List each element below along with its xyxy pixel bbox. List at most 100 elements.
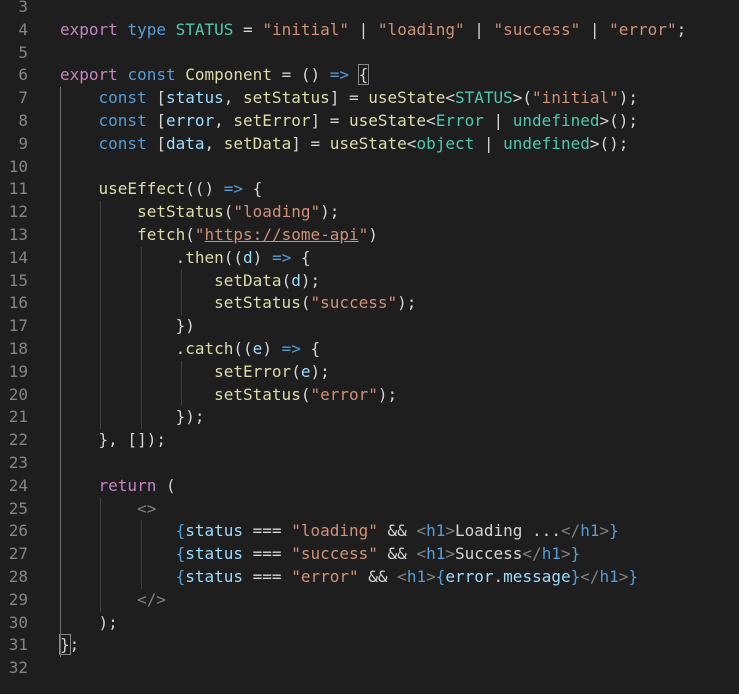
line-number: 5 (18, 42, 28, 62)
line-number: 19 (8, 361, 28, 381)
code-line[interactable]: setStatus("loading"); (60, 201, 339, 224)
code-line[interactable]: }); (60, 406, 205, 429)
code-token: < (397, 567, 407, 586)
code-line[interactable]: {status === "success" && <h1>Success</h1… (60, 543, 581, 566)
code-line[interactable]: .catch((e) => { (60, 338, 321, 361)
code-token: ( (223, 202, 234, 222)
indent-guide (60, 87, 61, 658)
code-token: < (426, 111, 436, 130)
line-number: 18 (8, 339, 28, 358)
code-line[interactable]: return ( (60, 475, 176, 498)
code-token: ; (69, 635, 80, 655)
code-token: ( (156, 475, 176, 495)
code-token: >(); (589, 133, 629, 153)
code-token: const (127, 65, 176, 85)
line-number: 20 (8, 384, 28, 404)
code-token: < (416, 544, 427, 564)
code-token: STATUS (454, 88, 513, 108)
code-token: ); (300, 270, 321, 290)
code-line[interactable]: ); (60, 612, 118, 635)
code-token: const (98, 111, 147, 130)
code-line[interactable]: {status === "error" && <h1>{error.messag… (60, 566, 638, 589)
code-token: | (349, 19, 378, 39)
line-number: 17 (8, 316, 28, 336)
code-token: > (618, 567, 629, 586)
code-token: </ (580, 567, 600, 586)
code-token: h1 (599, 567, 619, 586)
code-line[interactable]: export const Component = () => { (60, 64, 370, 87)
code-token: ; (676, 19, 687, 39)
code-token: < (445, 88, 455, 108)
code-token: setStatus (137, 202, 224, 222)
code-line[interactable]: const [data, setData] = useState<object … (60, 133, 629, 156)
line-number: 28 (8, 567, 28, 586)
code-token: h1 (406, 567, 427, 586)
code-token: > (445, 521, 455, 541)
code-token: ] = (310, 111, 349, 130)
code-token: </> (137, 589, 166, 609)
code-token: = (233, 19, 263, 39)
code-token: ); (310, 361, 330, 381)
code-line[interactable]: export type STATUS = "initial" | "loadin… (60, 19, 686, 42)
code-editor[interactable]: 3 4 export type STATUS = "initial" | "load… (0, 0, 739, 694)
code-token: | (464, 19, 494, 39)
code-token: h1 (541, 544, 561, 564)
code-token: then (185, 247, 224, 267)
code-line[interactable]: .then((d) => { (60, 247, 311, 270)
code-token: ( (291, 361, 301, 381)
code-token: => (271, 247, 292, 267)
code-token: Error (435, 111, 484, 130)
code-line[interactable]: }) (60, 315, 195, 338)
code-line[interactable]: }; (59, 634, 80, 657)
code-token: , (204, 133, 224, 153)
line-number: 10 (8, 156, 28, 176)
code-token: && (358, 567, 398, 586)
code-token: d (291, 270, 301, 290)
code-token: undefined (503, 133, 590, 153)
code-token: "loading" (233, 202, 321, 222)
code-token: ] = (291, 133, 330, 153)
code-line[interactable]: setData(d); (60, 270, 320, 293)
code-token: "error" (609, 19, 677, 39)
code-line[interactable]: const [status, setStatus] = useState<STA… (60, 87, 638, 110)
code-line[interactable]: const [error, setError] = useState<Error… (60, 110, 638, 133)
code-token: } (570, 567, 581, 586)
code-token: >( (512, 88, 533, 108)
code-token: { (175, 567, 186, 586)
code-line[interactable]: setStatus("error"); (60, 384, 397, 407)
code-line[interactable]: {status === "loading" && <h1>Loading ...… (60, 520, 619, 543)
code-token: ); (60, 612, 118, 632)
line-number: 21 (8, 407, 28, 427)
code-token: catch (185, 339, 234, 358)
code-token: . (493, 567, 504, 586)
code-line[interactable]: </> (60, 589, 166, 612)
code-line[interactable]: setStatus("success"); (60, 292, 416, 315)
code-token: > (599, 521, 610, 541)
code-token: === (243, 521, 292, 541)
code-line[interactable]: useEffect(() => { (60, 178, 263, 201)
code-line[interactable]: fetch("https://some-api") (60, 224, 378, 247)
code-token: "error" (291, 567, 359, 586)
indent-guide (181, 360, 183, 407)
code-line[interactable]: <> (60, 498, 156, 521)
code-token: Loading ... (454, 521, 561, 541)
code-token: = () (271, 65, 330, 85)
indent-guide (100, 201, 102, 430)
code-token: e (252, 339, 263, 358)
line-number: 27 (8, 544, 28, 564)
code-token: message (503, 567, 571, 586)
code-token: => (223, 179, 244, 199)
code-token: "error" (310, 384, 378, 404)
code-token: ) (262, 339, 282, 358)
code-token: (( (233, 339, 253, 358)
code-token: === (243, 567, 292, 586)
code-token: error (445, 567, 494, 586)
code-line[interactable]: }, []); (60, 429, 166, 452)
code-token: "loading" (377, 19, 465, 39)
code-token: const (98, 88, 147, 108)
